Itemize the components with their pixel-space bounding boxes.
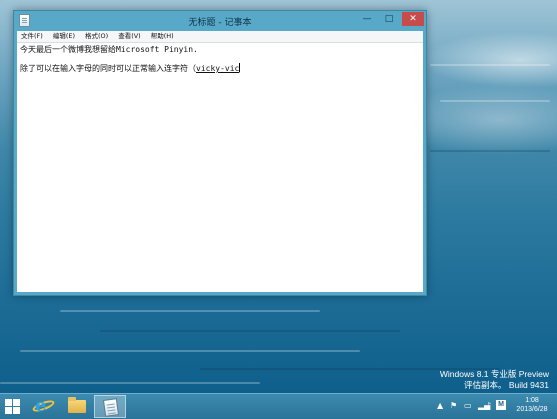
- show-hidden-icons-icon[interactable]: ▲: [437, 401, 443, 411]
- build-watermark: Windows 8.1 专业版 Preview 评估副本。 Build 9431: [440, 369, 549, 391]
- clock[interactable]: 1:08 2013/6/28: [510, 396, 554, 414]
- clock-time: 1:08: [525, 397, 539, 404]
- action-center-flag-icon[interactable]: ⚑: [450, 401, 457, 411]
- ie-icon: e: [35, 395, 47, 416]
- taskbar-internet-explorer[interactable]: e: [28, 395, 60, 418]
- power-icon[interactable]: ▭: [464, 401, 472, 411]
- text-caret: [239, 63, 241, 72]
- taskbar: e ▲ ⚑ ▭ ▂▄ ♪ M 1:08 2013/6/28: [0, 393, 557, 419]
- watermark-build: 评估副本。 Build 9431: [463, 380, 549, 390]
- taskbar-notepad[interactable]: [94, 395, 126, 418]
- maximize-button[interactable]: □: [378, 12, 400, 26]
- taskbar-file-explorer[interactable]: [61, 395, 93, 418]
- menu-item-help[interactable]: 帮助(H): [151, 31, 174, 42]
- editor-line-1: 今天最后一个微博我想留给Microsoft Pinyin.: [20, 45, 198, 54]
- ime-composition-text: vicky-vic: [196, 64, 240, 73]
- menu-item-format[interactable]: 格式(O): [85, 31, 108, 42]
- start-button[interactable]: [5, 399, 20, 414]
- title-bar[interactable]: 无标题 - 记事本 — □ ✕: [14, 11, 426, 31]
- volume-icon[interactable]: ♪: [486, 401, 491, 411]
- text-editor-area[interactable]: 今天最后一个微博我想留给Microsoft Pinyin. 除了可以在输入字母的…: [17, 42, 423, 292]
- menu-bar: 文件(F) 编辑(E) 格式(O) 查看(V) 帮助(H): [17, 31, 423, 42]
- menu-item-file[interactable]: 文件(F): [21, 31, 43, 42]
- editor-line-2: 除了可以在输入字母的同时可以正常输入连字符（vicky-vic: [20, 63, 420, 73]
- close-button[interactable]: ✕: [402, 12, 424, 26]
- notepad-icon: [102, 398, 120, 417]
- folder-icon: [68, 397, 86, 413]
- menu-item-edit[interactable]: 编辑(E): [53, 31, 75, 42]
- notepad-window[interactable]: 无标题 - 记事本 — □ ✕ 文件(F) 编辑(E) 格式(O) 查看(V) …: [13, 10, 427, 296]
- ime-indicator[interactable]: M: [496, 400, 506, 410]
- clock-date: 2013/6/28: [516, 406, 548, 413]
- watermark-edition: Windows 8.1 专业版 Preview: [439, 369, 549, 379]
- editor-line-2-text: 除了可以在输入字母的同时可以正常输入连字符（: [20, 64, 196, 73]
- minimize-button[interactable]: —: [356, 12, 378, 26]
- menu-item-view[interactable]: 查看(V): [118, 31, 141, 42]
